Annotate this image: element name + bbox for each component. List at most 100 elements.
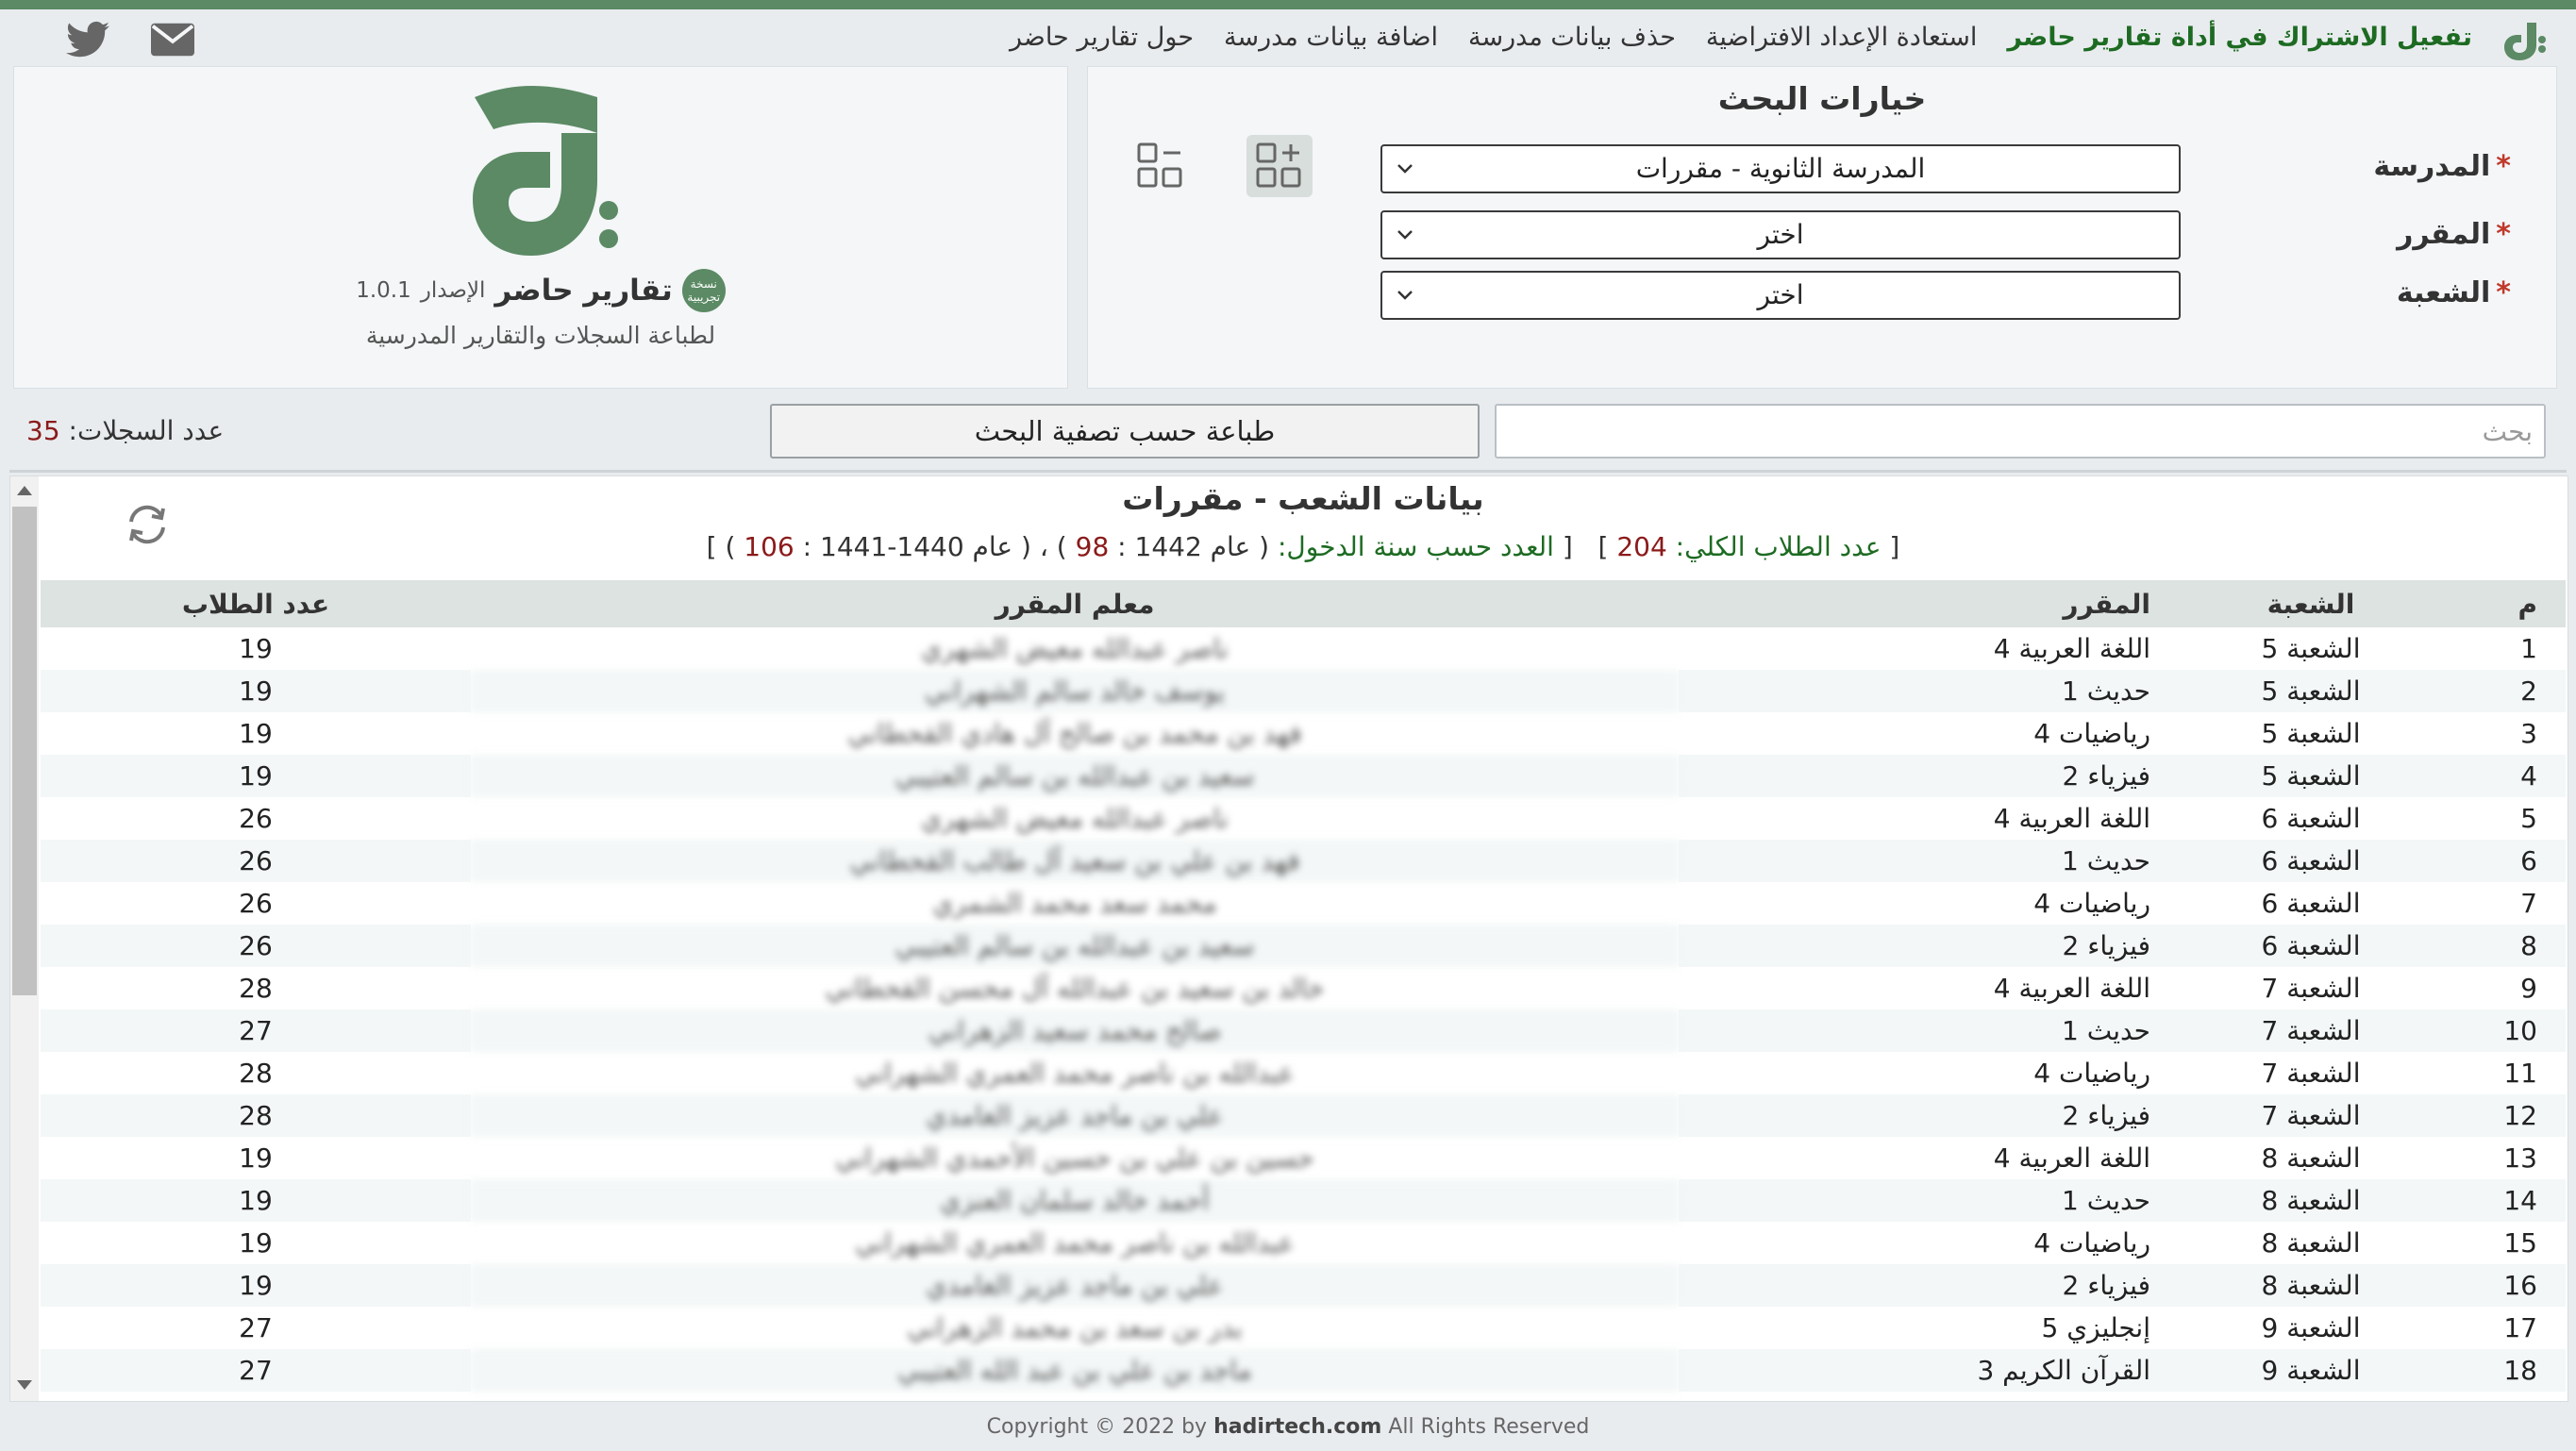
grid-remove-icon[interactable] xyxy=(1128,135,1194,197)
app-logo-icon[interactable] xyxy=(2499,15,2548,64)
table-row[interactable]: 15 الشعبة 8 رياضيات 4 عبدالله بن ناصر محمد … xyxy=(41,1222,2566,1264)
row-section: الشعبة 8 xyxy=(2188,1264,2434,1307)
row-student-count: 28 xyxy=(239,973,273,1004)
row-student-count: 27 xyxy=(239,1312,273,1343)
table-row[interactable]: 7 الشعبة 6 رياضيات 4 محمد سعد محمد الشمري 26 xyxy=(41,882,2566,925)
table-row[interactable]: 5 الشعبة 6 اللغة العربية 4 ناصر عبدالله معي… xyxy=(41,797,2566,840)
top-navigation: حول تقارير حاضر اضافة بيانات مدرسة حذف بيا… xyxy=(0,9,2576,68)
table-row[interactable]: 16 الشعبة 8 فيزياء 2 علي بن ماجد عزيز الغام… xyxy=(41,1264,2566,1307)
search-input[interactable] xyxy=(1497,406,2544,457)
row-course: فيزياء 2 xyxy=(1679,1264,2188,1307)
row-section: الشعبة 5 xyxy=(2188,670,2434,712)
row-course: رياضيات 4 xyxy=(2033,718,2150,749)
table-row[interactable]: 17 الشعبة 9 إنجليزي 5 بدر بن سعد بن محمد ال… xyxy=(41,1307,2566,1349)
table-row[interactable]: 14 الشعبة 8 حديث 1 أحمد خالد سلمان العنزي 19 xyxy=(41,1179,2566,1222)
refresh-icon[interactable] xyxy=(122,499,173,550)
scroll-down-arrow-icon[interactable] xyxy=(17,1380,32,1390)
row-section: الشعبة 9 xyxy=(2188,1349,2434,1392)
row-section: الشعبة 7 xyxy=(2188,1009,2434,1052)
row-section: الشعبة 5 xyxy=(2261,718,2361,749)
row-course: فيزياء 2 xyxy=(1679,1094,2188,1137)
sections-table-area: بيانات الشعب - مقررات [ عدد الطلاب الكلي… xyxy=(9,475,2568,1402)
row-student-count: 26 xyxy=(239,803,273,834)
vertical-scrollbar[interactable] xyxy=(10,476,39,1401)
table-row[interactable]: 9 الشعبة 7 اللغة العربية 4 خالد بن سعيد بن … xyxy=(41,967,2566,1009)
row-teacher: ناصر عبدالله معيض الشهري xyxy=(921,803,1229,834)
row-student-count: 27 xyxy=(41,1349,471,1392)
row-student-count: 19 xyxy=(41,670,471,712)
nav-link-1[interactable]: اضافة بيانات مدرسة xyxy=(1224,17,1438,58)
school-select[interactable]: المدرسة الثانوية - مقررات xyxy=(1380,144,2181,193)
row-student-count: 19 xyxy=(41,755,471,797)
twitter-icon[interactable] xyxy=(66,21,109,58)
section-select[interactable]: اختر xyxy=(1380,271,2181,320)
row-index: 10 xyxy=(2434,1009,2566,1052)
row-index: 5 xyxy=(2520,803,2537,834)
table-row[interactable]: 6 الشعبة 6 حديث 1 فهد بن علي بن سعيد آل طال… xyxy=(41,840,2566,882)
nav-link-0[interactable]: حول تقارير حاضر xyxy=(1010,17,1194,58)
footer-site-link[interactable]: hadirtech.com xyxy=(1213,1415,1381,1439)
row-student-count: 28 xyxy=(239,1058,273,1089)
table-row[interactable]: 11 الشعبة 7 رياضيات 4 عبدالله بن ناصر محمد … xyxy=(41,1052,2566,1094)
row-course: اللغة العربية 4 xyxy=(1993,633,2150,664)
header-course[interactable]: المقرر xyxy=(1679,580,2188,627)
row-teacher: خالد بن سعيد بن عبدالله آل محسن القحطاني xyxy=(825,973,1325,1004)
row-student-count: 26 xyxy=(239,888,273,919)
grid-add-icon[interactable] xyxy=(1246,135,1313,197)
row-index: 18 xyxy=(2434,1349,2566,1392)
scroll-up-arrow-icon[interactable] xyxy=(17,486,32,495)
row-student-count: 19 xyxy=(41,1264,471,1307)
table-row[interactable]: 1 الشعبة 5 اللغة العربية 4 ناصر عبدالله معي… xyxy=(41,627,2566,670)
row-section: الشعبة 6 xyxy=(2188,925,2434,967)
search-box[interactable] xyxy=(1495,404,2546,459)
row-teacher: بدر بن سعد بن محمد الزهراني xyxy=(907,1312,1243,1343)
header-teacher[interactable]: معلم المقرر xyxy=(471,580,1679,627)
row-teacher: علي بن ماجد عزيز الغامدي xyxy=(471,1264,1679,1307)
header-student-count[interactable]: عدد الطلاب xyxy=(41,580,471,627)
row-teacher: سعيد بن عبدالله بن سالم العتيبي xyxy=(471,925,1679,967)
table-row[interactable]: 8 الشعبة 6 فيزياء 2 سعيد بن عبدالله بن سالم… xyxy=(41,925,2566,967)
school-label: *المدرسة xyxy=(2373,150,2511,183)
row-teacher: حسين بن علي بن حسين الأحمدي الشهراني xyxy=(835,1142,1314,1174)
row-section: الشعبة 8 xyxy=(2261,1227,2361,1259)
row-course: القرآن الكريم 3 xyxy=(1679,1349,2188,1392)
row-teacher: أحمد خالد سلمان العنزي xyxy=(471,1179,1679,1222)
row-index: 17 xyxy=(2503,1312,2537,1343)
row-course: فيزياء 2 xyxy=(1679,755,2188,797)
mail-icon[interactable] xyxy=(151,21,194,58)
table-row[interactable]: 18 الشعبة 9 القرآن الكريم 3 ماجد بن علي بن … xyxy=(41,1349,2566,1392)
row-section: الشعبة 7 xyxy=(2261,1058,2361,1089)
brand-subtitle: لطباعة السجلات والتقارير المدرسية xyxy=(365,322,716,349)
row-course: اللغة العربية 4 xyxy=(1993,973,2150,1004)
header-section[interactable]: الشعبة xyxy=(2188,580,2434,627)
header-index[interactable]: م xyxy=(2434,580,2566,627)
row-course: حديث 1 xyxy=(1679,1009,2188,1052)
row-course: حديث 1 xyxy=(1679,1179,2188,1222)
nav-link-2[interactable]: حذف بيانات مدرسة xyxy=(1468,17,1676,58)
row-teacher: ماجد بن علي بن عبد الله العتيبي xyxy=(471,1349,1679,1392)
row-section: الشعبة 5 xyxy=(2261,633,2361,664)
table-row[interactable]: 12 الشعبة 7 فيزياء 2 علي بن ماجد عزيز الغام… xyxy=(41,1094,2566,1137)
course-select[interactable]: اختر xyxy=(1380,210,2181,259)
scroll-thumb[interactable] xyxy=(12,507,37,995)
row-index: 16 xyxy=(2434,1264,2566,1307)
row-student-count: 19 xyxy=(239,633,273,664)
row-index: 11 xyxy=(2503,1058,2537,1089)
nav-link-3[interactable]: استعادة الإعداد الافتراضية xyxy=(1706,17,1977,58)
row-teacher: ناصر عبدالله معيض الشهري xyxy=(921,633,1229,664)
table-row[interactable]: 4 الشعبة 5 فيزياء 2 سعيد بن عبدالله بن سالم… xyxy=(41,755,2566,797)
row-course: حديث 1 xyxy=(1679,670,2188,712)
chevron-down-icon xyxy=(1397,230,1413,240)
row-course: إنجليزي 5 xyxy=(2041,1312,2150,1343)
row-index: 9 xyxy=(2520,973,2537,1004)
row-section: الشعبة 8 xyxy=(2261,1142,2361,1174)
nav-link-4[interactable]: تفعيل الاشتراك في أداة تقارير حاضر xyxy=(2007,17,2472,58)
row-student-count: 26 xyxy=(41,925,471,967)
brand-title-row: نسخة تجريبية تقارير حاضر الإصدار 1.0.1 xyxy=(14,269,1067,312)
table-row[interactable]: 10 الشعبة 7 حديث 1 صالح محمد سعيد الزهراني 2… xyxy=(41,1009,2566,1052)
brand-panel: نسخة تجريبية تقارير حاضر الإصدار 1.0.1 ل… xyxy=(13,66,1068,389)
print-filtered-button[interactable]: طباعة حسب تصفية البحث xyxy=(770,404,1480,459)
table-row[interactable]: 2 الشعبة 5 حديث 1 يوسف خالد سالم الشهراني 19 xyxy=(41,670,2566,712)
table-row[interactable]: 3 الشعبة 5 رياضيات 4 فهد بن محمد بن صالح آل… xyxy=(41,712,2566,755)
table-row[interactable]: 13 الشعبة 8 اللغة العربية 4 حسين بن علي بن … xyxy=(41,1137,2566,1179)
